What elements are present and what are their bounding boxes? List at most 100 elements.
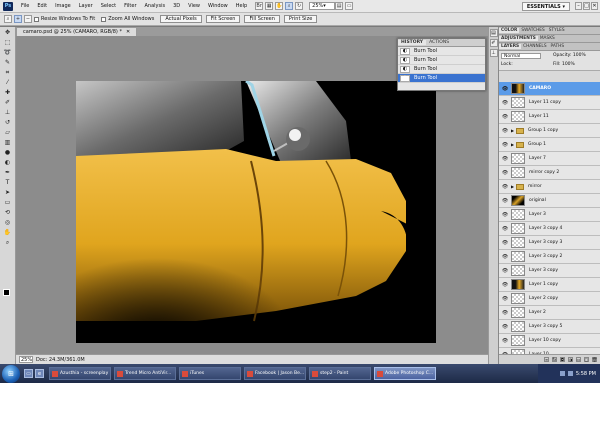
history-row-selected[interactable]: ◐ Burn Tool xyxy=(398,74,485,83)
screen-mode-icon[interactable]: ▭ xyxy=(345,2,354,10)
eye-icon[interactable]: 👁 xyxy=(501,127,509,135)
close-document-icon[interactable]: ✕ xyxy=(126,29,130,35)
layer-row[interactable]: 👁 original xyxy=(499,194,600,208)
show-desktop-icon[interactable]: ▭ xyxy=(24,369,33,378)
fit-screen-button[interactable]: Fit Screen xyxy=(205,15,241,23)
eye-icon[interactable]: 👁 xyxy=(501,141,509,149)
maximize-icon[interactable]: □ xyxy=(583,2,590,10)
layer-row[interactable]: 👁 Layer 7 xyxy=(499,152,600,166)
brush-panel-icon[interactable]: ✐ xyxy=(489,39,498,47)
zoom-preset-icon[interactable]: ⌕ xyxy=(4,15,12,23)
actual-pixels-button[interactable]: Actual Pixels xyxy=(160,15,202,23)
layer-row[interactable]: 👁 ▶ mirror xyxy=(499,180,600,194)
layer-row[interactable]: 👁 Layer 11 copy xyxy=(499,96,600,110)
canvas-image[interactable] xyxy=(76,81,436,343)
menu-view[interactable]: View xyxy=(184,3,204,9)
eye-icon[interactable]: 👁 xyxy=(501,169,509,177)
new-group-icon[interactable]: ▭ xyxy=(576,357,581,362)
history-brush-tool-icon[interactable]: ↺ xyxy=(2,118,14,127)
taskbar-item[interactable]: step2 - Paint xyxy=(309,367,371,380)
eraser-tool-icon[interactable]: ▱ xyxy=(2,128,14,137)
zoom-tool-icon[interactable]: ⌕ xyxy=(285,2,294,10)
layer-row[interactable]: 👁 Layer 3 copy 4 xyxy=(499,222,600,236)
blend-mode-select[interactable]: Normal xyxy=(501,53,541,59)
rotate-view-icon[interactable]: ↻ xyxy=(295,2,304,10)
arrange-documents-icon[interactable]: ▤ xyxy=(335,2,344,10)
zoom-in-icon[interactable]: + xyxy=(14,15,22,23)
bridge-icon[interactable]: Br xyxy=(255,2,264,10)
eye-icon[interactable]: 👁 xyxy=(501,99,509,107)
photoshop-logo-icon[interactable]: Ps xyxy=(3,1,13,11)
menu-filter[interactable]: Filter xyxy=(120,3,140,9)
eye-icon[interactable]: 👁 xyxy=(501,267,509,275)
history-panel-icon[interactable]: ▤ xyxy=(489,29,498,37)
minimize-icon[interactable]: – xyxy=(575,2,582,10)
move-tool-icon[interactable]: ✥ xyxy=(2,28,14,37)
crop-tool-icon[interactable]: ⌗ xyxy=(2,68,14,77)
taskbar-item[interactable]: iTunes xyxy=(179,367,241,380)
layer-row[interactable]: 👁 Layer 3 copy 5 xyxy=(499,320,600,334)
tab-styles[interactable]: STYLES xyxy=(547,28,567,33)
tab-color[interactable]: COLOR xyxy=(499,28,520,33)
taskbar-item[interactable]: Facebook | Jason Be... xyxy=(244,367,306,380)
adjustment-layer-icon[interactable]: ◑ xyxy=(568,357,573,362)
layer-row[interactable]: 👁 Layer 11 xyxy=(499,110,600,124)
tab-history[interactable]: HISTORY xyxy=(398,40,427,45)
menu-window[interactable]: Window xyxy=(204,3,232,9)
add-mask-icon[interactable]: ◘ xyxy=(560,357,565,362)
volume-icon[interactable] xyxy=(567,371,573,376)
layer-row[interactable]: 👁 Layer 3 copy 3 xyxy=(499,236,600,250)
eye-icon[interactable]: 👁 xyxy=(501,113,509,121)
clone-source-icon[interactable]: ⊥ xyxy=(489,49,498,57)
checkbox-box[interactable] xyxy=(101,16,107,22)
layer-row-selected[interactable]: 👁 CAMARO xyxy=(499,82,600,96)
print-size-button[interactable]: Print Size xyxy=(283,15,318,23)
layer-row[interactable]: 👁 Layer 1 copy xyxy=(499,278,600,292)
eye-icon[interactable]: 👁 xyxy=(501,155,509,163)
history-row[interactable]: ◐ Burn Tool xyxy=(398,65,485,74)
layer-row[interactable]: 👁 Layer 10 copy xyxy=(499,334,600,348)
checkbox-box[interactable] xyxy=(34,16,39,22)
eye-icon[interactable]: 👁 xyxy=(501,239,509,247)
essentials-workspace-button[interactable]: ESSENTIALS ▾ xyxy=(521,2,570,11)
new-layer-icon[interactable]: ▢ xyxy=(584,357,589,362)
taskbar-item[interactable]: Adobe Photoshop C... xyxy=(374,367,436,380)
lasso-tool-icon[interactable]: ➰ xyxy=(2,48,14,57)
opacity-field[interactable]: Opacity: 100% xyxy=(553,53,586,58)
type-tool-icon[interactable]: T xyxy=(2,178,14,187)
menu-help[interactable]: Help xyxy=(232,3,251,9)
tab-paths[interactable]: PATHS xyxy=(549,44,567,49)
eye-icon[interactable]: 👁 xyxy=(501,337,509,345)
hand-tool-icon[interactable]: ✋ xyxy=(2,228,14,237)
menu-image[interactable]: Image xyxy=(51,3,75,9)
taskbar-item[interactable]: Azusthia - screenplay ... xyxy=(49,367,111,380)
eye-icon[interactable]: 👁 xyxy=(501,183,509,191)
tab-swatches[interactable]: SWATCHES xyxy=(519,28,546,33)
status-doc-size[interactable]: Doc: 24.3M/361.0M xyxy=(36,357,85,363)
menu-3d[interactable]: 3D xyxy=(169,3,184,9)
clock[interactable]: 5:58 PM xyxy=(576,371,596,377)
layer-row[interactable]: 👁 Layer 3 copy 2 xyxy=(499,250,600,264)
healing-brush-tool-icon[interactable]: ✚ xyxy=(2,88,14,97)
tab-channels[interactable]: CHANNELS xyxy=(521,44,548,49)
status-zoom-field[interactable]: 25% xyxy=(19,356,33,363)
menu-analysis[interactable]: Analysis xyxy=(141,3,170,9)
history-row[interactable]: ◐ Burn Tool xyxy=(398,47,485,56)
hand-tool-icon[interactable]: ✋ xyxy=(275,2,284,10)
link-layers-icon[interactable]: ∞ xyxy=(544,357,549,362)
3d-orbit-tool-icon[interactable]: ◎ xyxy=(2,218,14,227)
quick-select-tool-icon[interactable]: ✎ xyxy=(2,58,14,67)
tab-actions[interactable]: ACTIONS xyxy=(426,40,452,45)
resize-windows-checkbox[interactable]: Resize Windows To Fit xyxy=(34,16,95,22)
zoom-level-select[interactable]: 25% ▾ xyxy=(309,2,336,10)
3d-rotate-tool-icon[interactable]: ⟲ xyxy=(2,208,14,217)
eye-icon[interactable]: 👁 xyxy=(501,309,509,317)
eye-icon[interactable]: 👁 xyxy=(501,225,509,233)
menu-edit[interactable]: Edit xyxy=(33,3,51,9)
fill-field[interactable]: Fill: 100% xyxy=(553,62,575,67)
eye-icon[interactable]: 👁 xyxy=(501,85,509,93)
eye-icon[interactable]: 👁 xyxy=(501,253,509,261)
mini-bridge-icon[interactable]: ▦ xyxy=(265,2,274,10)
zoom-out-icon[interactable]: − xyxy=(24,15,32,23)
layer-row[interactable]: 👁 Layer 3 copy xyxy=(499,264,600,278)
